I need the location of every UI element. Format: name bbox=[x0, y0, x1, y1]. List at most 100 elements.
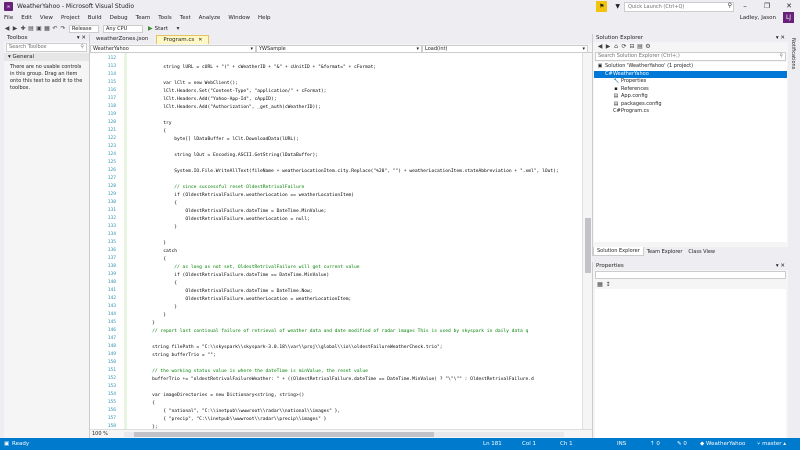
menu-help[interactable]: Help bbox=[258, 15, 271, 21]
class-dropdown[interactable]: YWSample ▾ bbox=[256, 44, 422, 53]
code-line[interactable]: string lOut = Encoding.ASCII.GetString(l… bbox=[130, 152, 318, 160]
tab-class-view[interactable]: Class View bbox=[685, 248, 718, 256]
code-line[interactable]: lClt.Headers.Set("Content-Type", "applic… bbox=[130, 88, 326, 96]
code-line[interactable]: // as long as not set, OldestRetrivalFai… bbox=[130, 264, 359, 272]
code-line[interactable]: OldestRetrivalFailure.weatherLocation = … bbox=[130, 216, 309, 224]
code-line[interactable]: { bbox=[130, 256, 166, 264]
tab-team-explorer[interactable]: Team Explorer bbox=[644, 248, 686, 256]
alphabetical-icon[interactable]: ↕ bbox=[604, 281, 612, 288]
zoom-level[interactable]: 100 % bbox=[90, 431, 120, 437]
scrollbar-thumb[interactable] bbox=[134, 431, 434, 437]
code-line[interactable]: string filePath = "C:\\skyspark\\skyspar… bbox=[130, 344, 442, 352]
panel-pin-icon[interactable]: ▾ ✕ bbox=[776, 34, 785, 42]
code-line[interactable]: } bbox=[130, 224, 177, 232]
back-icon[interactable]: ◀ bbox=[596, 43, 604, 50]
categorized-icon[interactable]: ▦ bbox=[596, 281, 604, 288]
code-line[interactable]: // the working status value is where the… bbox=[130, 368, 368, 376]
undo-icon[interactable]: ↶ bbox=[51, 25, 59, 32]
code-line[interactable]: System.IO.File.WriteAllText(fileName + w… bbox=[130, 168, 558, 176]
quick-launch-input[interactable]: Quick Launch (Ctrl+Q) bbox=[624, 1, 734, 12]
project-dropdown[interactable]: WeatherYahoo ▾ bbox=[90, 44, 256, 53]
menu-tools[interactable]: Tools bbox=[158, 15, 172, 21]
horizontal-scrollbar[interactable] bbox=[124, 431, 564, 437]
tab-weatherzones-json[interactable]: weatherZones.json bbox=[90, 35, 154, 44]
code-line[interactable]: { bbox=[130, 128, 166, 136]
configuration-select[interactable]: Release bbox=[69, 24, 99, 33]
menu-team[interactable]: Team bbox=[136, 15, 151, 21]
panel-pin-icon[interactable]: ▾ ✕ bbox=[77, 34, 86, 42]
user-name[interactable]: Ladley, Jason bbox=[740, 13, 776, 23]
forward-icon[interactable]: ▶ bbox=[11, 25, 19, 32]
menu-test[interactable]: Test bbox=[180, 15, 191, 21]
member-dropdown[interactable]: Load(int) ▾ bbox=[422, 44, 588, 53]
avatar[interactable]: LJ bbox=[783, 12, 794, 23]
back-icon[interactable]: ◀ bbox=[3, 25, 11, 32]
tree-item[interactable]: ▤ packages.config bbox=[594, 101, 787, 109]
branch[interactable]: ⑂ master ▴ bbox=[757, 438, 786, 450]
toolbox-search-input[interactable]: Search Toolbox ⚲ bbox=[6, 43, 87, 52]
tree-item[interactable]: 🔧 Properties bbox=[594, 78, 787, 86]
menu-debug[interactable]: Debug bbox=[110, 15, 128, 21]
code-line[interactable]: lClt.Headers.Add("Authorization", _get_a… bbox=[130, 104, 321, 112]
code-line[interactable]: } bbox=[130, 312, 166, 320]
scrollbar-thumb[interactable] bbox=[585, 218, 591, 273]
panel-pin-icon[interactable]: ▾ ✕ bbox=[776, 262, 785, 270]
vertical-scrollbar[interactable] bbox=[582, 53, 592, 429]
code-line[interactable]: } bbox=[130, 320, 155, 328]
solution-explorer-search-input[interactable]: Search Solution Explorer (Ctrl+;) ⚲ bbox=[595, 52, 786, 61]
tab-program-cs[interactable]: Program.cs ✕ bbox=[156, 35, 210, 44]
code-editor[interactable]: 112 113 114 115 116 117 118 119 120 121 122 123 124 1… bbox=[90, 53, 592, 429]
code-line[interactable]: OldestRetrivalFailure.weatherLocation = … bbox=[130, 296, 351, 304]
code-line[interactable]: if (OldestRetrivalFailure.weatherLocatio… bbox=[130, 192, 354, 200]
repository[interactable]: ◆ WeatherYahoo bbox=[700, 438, 745, 450]
new-project-icon[interactable]: ✚ bbox=[19, 25, 27, 32]
code-line[interactable]: // since successful reset OldestRetrival… bbox=[130, 184, 304, 192]
toolbar-overflow-icon[interactable]: ▾ bbox=[174, 25, 182, 32]
save-icon[interactable]: ▣ bbox=[35, 25, 43, 32]
code-line[interactable]: string bufferTrio = ""; bbox=[130, 352, 216, 360]
tree-item[interactable]: C# Program.cs bbox=[594, 108, 787, 116]
menu-window[interactable]: Window bbox=[228, 15, 250, 21]
minimize-button[interactable]: – bbox=[734, 0, 756, 13]
code-line[interactable]: var lClt = new WebClient(); bbox=[130, 80, 238, 88]
show-all-files-icon[interactable]: ▤ bbox=[636, 43, 644, 50]
code-line[interactable]: { "precip", "C:\\inetpub\\wwwroot\\radar… bbox=[130, 416, 326, 424]
pending-changes[interactable]: ✎ 0 bbox=[677, 438, 687, 450]
tab-solution-explorer[interactable]: Solution Explorer bbox=[593, 247, 644, 256]
forward-icon[interactable]: ▶ bbox=[604, 43, 612, 50]
code-line[interactable]: var imageDirectories = new Dictionary<st… bbox=[130, 392, 304, 400]
tree-item[interactable]: ▤ App.config bbox=[594, 93, 787, 101]
code-line[interactable]: { "national", "C:\\inetpub\\wwwroot\\rad… bbox=[130, 408, 340, 416]
code-line[interactable]: try bbox=[130, 120, 171, 128]
collapse-all-icon[interactable]: ⊟ bbox=[628, 43, 636, 50]
unpushed-commits[interactable]: ↑ 0 bbox=[650, 438, 660, 450]
code-line[interactable]: lClt.Headers.Add("Yahoo-App-Id", cAppID)… bbox=[130, 96, 276, 104]
filter-icon[interactable]: ▼ bbox=[615, 3, 620, 10]
properties-icon[interactable]: ⚙ bbox=[644, 43, 652, 50]
tree-item[interactable]: ▪ References bbox=[594, 86, 787, 94]
feedback-flag-icon[interactable]: ⚑ bbox=[596, 1, 608, 12]
code-line[interactable]: catch bbox=[130, 248, 177, 256]
menu-project[interactable]: Project bbox=[61, 15, 80, 21]
code-line[interactable]: byte[] lDataBuffer = lClt.DownloadData(l… bbox=[130, 136, 298, 144]
notifications-tab[interactable]: Notifications bbox=[790, 38, 796, 69]
code-text-area[interactable]: string lURL = cURL + "(" + cWeatherID + … bbox=[130, 53, 578, 429]
maximize-button[interactable]: ❐ bbox=[756, 0, 778, 13]
start-button[interactable]: ▶ Start bbox=[148, 25, 168, 32]
code-line[interactable]: { bbox=[130, 200, 177, 208]
tree-item[interactable]: C# WeatherYahoo bbox=[594, 70, 787, 78]
sync-icon[interactable]: ⟳ bbox=[620, 43, 628, 50]
menu-analyze[interactable]: Analyze bbox=[199, 15, 221, 21]
code-line[interactable]: // report last continual failure of retr… bbox=[130, 328, 528, 336]
platform-select[interactable]: Any CPU bbox=[103, 24, 143, 33]
tree-item[interactable]: ▣ Solution 'WeatherYahoo' (1 project) bbox=[594, 63, 787, 71]
code-line[interactable]: string lURL = cURL + "(" + cWeatherID + … bbox=[130, 64, 376, 72]
toolbox-group-general[interactable]: ▾ General bbox=[4, 53, 89, 61]
code-line[interactable]: } bbox=[130, 240, 166, 248]
open-file-icon[interactable]: ▤ bbox=[27, 25, 35, 32]
code-line[interactable]: OldestRetrivalFailure.dateTime = DateTim… bbox=[130, 208, 326, 216]
menu-file[interactable]: File bbox=[4, 15, 13, 21]
save-all-icon[interactable]: ▦ bbox=[43, 25, 51, 32]
redo-icon[interactable]: ↷ bbox=[59, 25, 67, 32]
menu-build[interactable]: Build bbox=[88, 15, 102, 21]
